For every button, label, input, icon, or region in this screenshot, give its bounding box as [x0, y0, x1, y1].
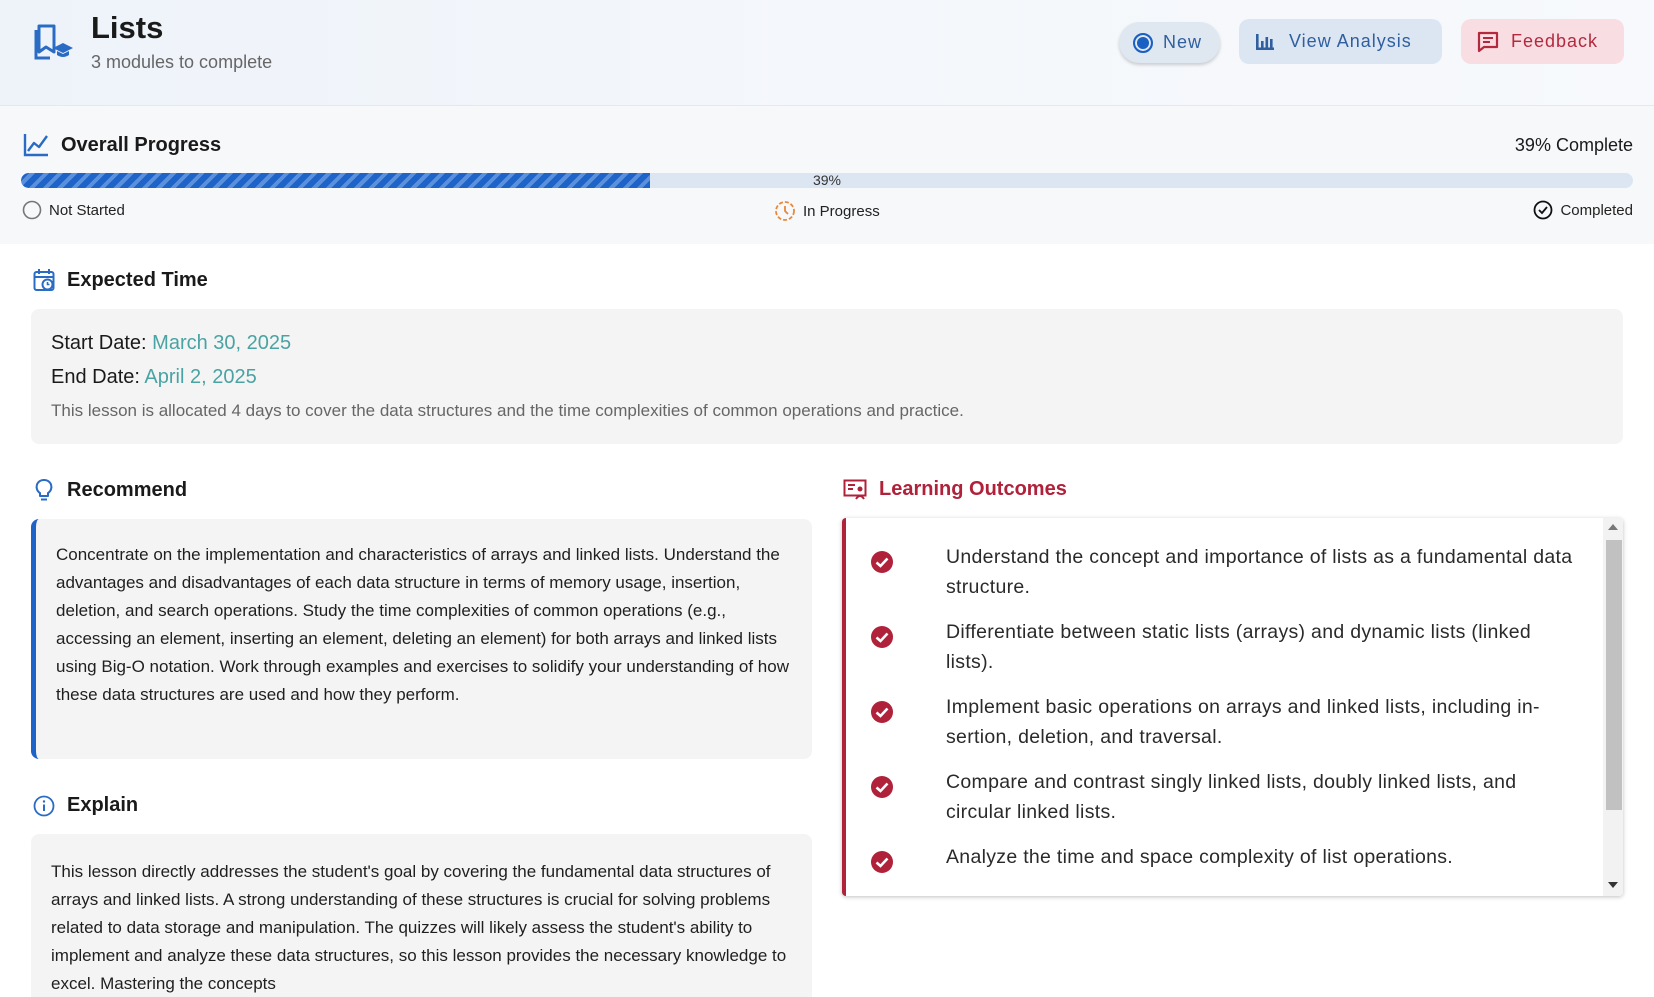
- trend-chart-icon: [23, 134, 48, 157]
- check-badge-icon: [871, 701, 893, 723]
- feedback-label: Feedback: [1511, 31, 1599, 51]
- empty-circle-icon: [22, 200, 42, 220]
- scroll-up-arrow-icon[interactable]: [1608, 524, 1618, 530]
- legend-completed-label: Completed: [1560, 201, 1633, 219]
- recommend-card: Concentrate on the implementation and ch…: [31, 519, 812, 759]
- clock-icon: [775, 201, 795, 221]
- learning-outcomes-card[interactable]: Understand the concept and importance of…: [842, 518, 1623, 896]
- learning-outcomes-title: Learning Outcomes: [879, 478, 1067, 500]
- progress-title: Overall Progress: [61, 134, 222, 156]
- check-circle-icon: [1534, 200, 1553, 220]
- outcomes-scrollbar[interactable]: [1603, 518, 1623, 896]
- outcome-text: Differentiate between static lists (arra…: [946, 621, 1531, 673]
- explain-title: Explain: [67, 794, 139, 816]
- page-header: Lists 3 modules to complete New View Ana…: [0, 0, 1654, 106]
- expected-time-heading: Expected Time: [33, 268, 208, 292]
- start-date-row: Start Date: March 30, 2025: [51, 332, 291, 355]
- check-badge-icon: [871, 776, 893, 798]
- new-button[interactable]: New: [1119, 22, 1220, 63]
- check-badge-icon: [871, 626, 893, 648]
- outcome-text: Compare and contrast singly linked lists…: [946, 771, 1517, 823]
- overall-progress-section: Overall Progress 39% Complete 39% Not St…: [0, 106, 1654, 244]
- book-cap-icon: [34, 24, 73, 60]
- recommend-title: Recommend: [67, 478, 188, 501]
- calendar-clock-icon: [33, 269, 55, 291]
- radio-dot-icon: [1133, 32, 1153, 53]
- view-analysis-button[interactable]: View Analysis: [1239, 19, 1442, 64]
- scroll-down-arrow-icon[interactable]: [1608, 882, 1618, 888]
- legend-in-progress-label: In Progress: [803, 202, 880, 220]
- time-description: This lesson is allocated 4 days to cover…: [51, 401, 964, 420]
- progress-bar-label: 39%: [812, 172, 842, 188]
- feedback-icon: [1477, 31, 1499, 52]
- expected-time-title: Expected Time: [67, 268, 208, 291]
- start-date-value: March 30, 2025: [152, 332, 292, 354]
- lesson-page: Lists 3 modules to complete New View Ana…: [0, 0, 1654, 997]
- view-analysis-label: View Analysis: [1289, 31, 1412, 51]
- outcome-text: Analyze the time and space complexity of…: [946, 846, 1454, 868]
- legend-completed: Completed: [1533, 200, 1633, 220]
- feedback-button[interactable]: Feedback: [1461, 19, 1624, 64]
- end-date-value: April 2, 2025: [144, 366, 257, 388]
- expected-time-card: Start Date: March 30, 2025 End Date: Apr…: [31, 309, 1623, 444]
- lightbulb-icon: [35, 479, 53, 501]
- outcome-text: Implement basic operations on arrays and…: [946, 696, 1540, 748]
- recommend-text: Concentrate on the implementation and ch…: [56, 545, 789, 704]
- new-button-label: New: [1163, 32, 1203, 52]
- scroll-thumb[interactable]: [1606, 540, 1622, 810]
- page-subtitle: 3 modules to complete: [91, 52, 273, 72]
- end-date-row: End Date: April 2, 2025: [51, 366, 257, 389]
- learning-outcomes-heading: Learning Outcomes: [843, 478, 1067, 501]
- recommend-heading: Recommend: [33, 478, 187, 502]
- explain-text: This lesson directly addresses the stude…: [51, 862, 787, 993]
- outcomes-board-icon: [843, 479, 867, 500]
- legend-not-started-label: Not Started: [49, 201, 125, 219]
- info-icon: [33, 795, 55, 816]
- outcome-text: Understand the concept and importance of…: [946, 546, 1573, 598]
- progress-percent-text: 39% Complete: [1514, 135, 1633, 155]
- bar-chart-icon: [1256, 33, 1274, 50]
- start-date-label: Start Date:: [51, 332, 147, 354]
- check-badge-icon: [871, 551, 893, 573]
- explain-heading: Explain: [33, 794, 138, 817]
- end-date-label: End Date:: [51, 366, 140, 388]
- page-title: Lists: [91, 10, 164, 45]
- legend-in-progress: In Progress: [774, 200, 880, 222]
- check-badge-icon: [871, 851, 893, 873]
- explain-card: This lesson directly addresses the stude…: [31, 834, 812, 997]
- legend-not-started: Not Started: [22, 200, 125, 220]
